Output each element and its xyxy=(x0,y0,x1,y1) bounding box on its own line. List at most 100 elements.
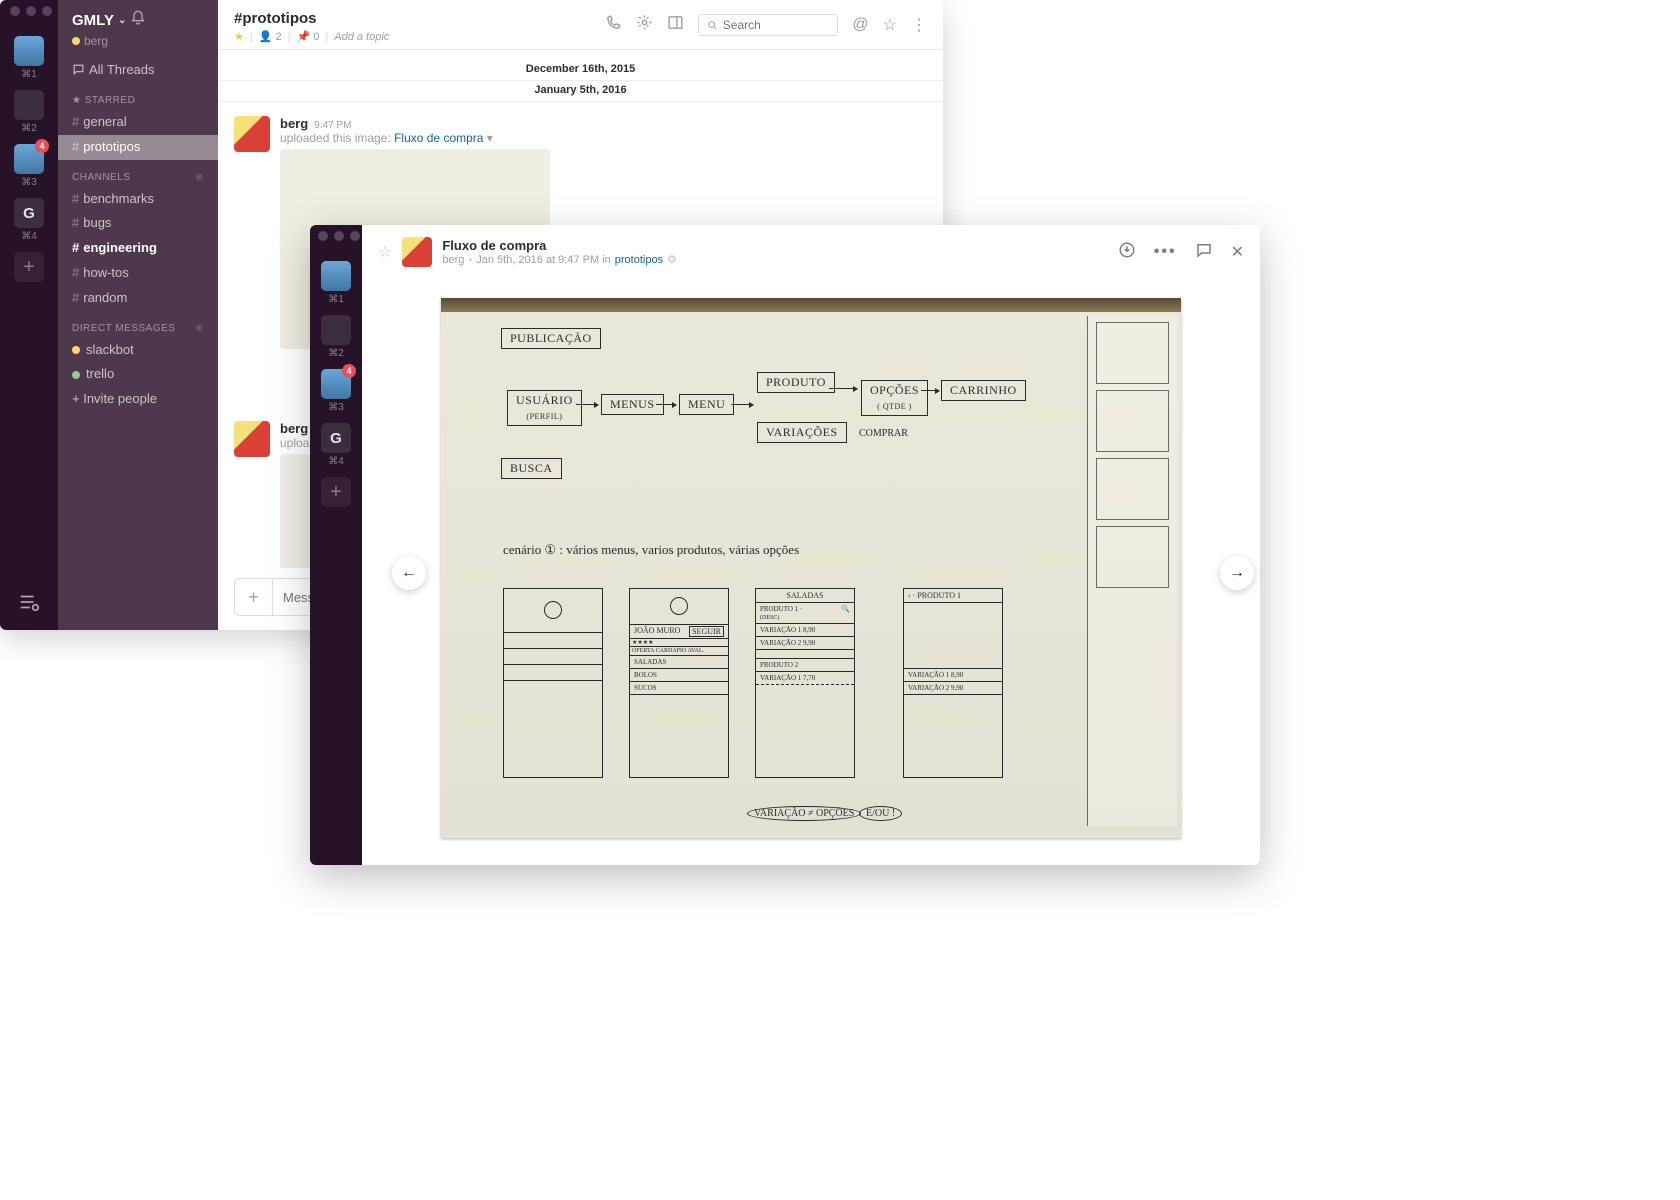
viewer-body: ← → PUBLICAÇÃO USUÁRIO(PERFIL) MENUS MEN… xyxy=(362,280,1260,865)
sketch-box: CARRINHO xyxy=(941,380,1026,401)
dm-trello[interactable]: trello xyxy=(58,362,218,387)
team-name: GMLY xyxy=(72,12,114,29)
workspace-rail: ⌘1 ⌘2 4 ⌘3 G ⌘4 + xyxy=(0,0,58,630)
presence-dot xyxy=(72,37,80,45)
more-icon[interactable]: ⋮ xyxy=(911,15,927,35)
dm-slackbot[interactable]: slackbot xyxy=(58,338,218,363)
team-header[interactable]: GMLY ⌄ berg xyxy=(58,10,218,56)
message-time: 9:47 PM xyxy=(314,120,351,131)
channel-prototipos[interactable]: #prototipos xyxy=(58,135,218,160)
sketch-phone-4: ‹ · PRODUTO 1 VARIAÇÃO 1 8,90 VARIAÇÃO 2… xyxy=(903,588,1003,778)
sketch-box: MENU xyxy=(679,394,734,415)
presence-icon xyxy=(72,346,80,354)
pin-count[interactable]: 📌 0 xyxy=(296,30,319,43)
sketch-phone-1 xyxy=(503,588,603,778)
channel-title: #prototipos xyxy=(234,10,605,27)
sketch-note: E/OU ! xyxy=(859,806,902,821)
channels-section-head[interactable]: CHANNELS ⊕ xyxy=(58,160,218,187)
sidebar: GMLY ⌄ berg All Threads ★ STARRED #gener… xyxy=(58,0,218,630)
gear-icon[interactable] xyxy=(636,14,653,36)
window-traffic-lights[interactable] xyxy=(0,6,52,16)
workspace-1[interactable] xyxy=(14,36,44,66)
star-outline-icon[interactable]: ☆ xyxy=(883,15,897,35)
channel-bugs[interactable]: #bugs xyxy=(58,211,218,236)
image-author[interactable]: berg xyxy=(442,254,464,266)
image-meta: Jan 5th, 2016 at 9:47 PM in xyxy=(476,254,611,266)
mentions-icon[interactable]: @ xyxy=(852,16,868,34)
workspace-3-badge: 4 xyxy=(35,139,49,153)
star-icon[interactable]: ★ xyxy=(234,30,244,43)
channel-engineering[interactable]: #engineering xyxy=(58,236,218,261)
message-text: uploaded this image: Fluxo de compra ▾ xyxy=(280,131,550,145)
notifications-icon[interactable] xyxy=(130,10,146,30)
quick-switcher-icon[interactable] xyxy=(18,591,40,616)
add-channel-icon[interactable]: ⊕ xyxy=(195,172,204,183)
star-outline-icon[interactable]: ☆ xyxy=(378,242,392,262)
avatar[interactable] xyxy=(402,237,432,267)
sketch-box: OPÇÕES( QTDE ) xyxy=(861,380,928,416)
sketch-box: USUÁRIO(PERFIL) xyxy=(507,390,582,426)
workspace-4[interactable]: G xyxy=(321,423,351,453)
sketch-side-panel xyxy=(1087,316,1177,826)
sketch-box: VARIAÇÕES xyxy=(757,422,847,443)
date-dividers: December 16th, 2015 January 5th, 2016 xyxy=(218,50,943,106)
workspace-4-shortcut: ⌘4 xyxy=(21,231,37,242)
sketch-phone-3: SALADAS PRODUTO 1 · 🔍(DESC) VARIAÇÃO 1 8… xyxy=(755,588,855,778)
prev-image-button[interactable]: ← xyxy=(392,556,426,590)
message-author[interactable]: berg xyxy=(280,421,308,436)
sketch-scenario: cenário ① : vários menus, varios produto… xyxy=(503,542,799,558)
channel-how-tos[interactable]: #how-tos xyxy=(58,261,218,286)
channel-benchmarks[interactable]: #benchmarks xyxy=(58,187,218,212)
add-dm-icon[interactable]: ⊕ xyxy=(195,323,204,334)
workspace-2[interactable] xyxy=(321,315,351,345)
sketch-phone-2: JOÃO MUROSEGUIR ★★★★ OFERTA CARDÁPIO AVA… xyxy=(629,588,729,778)
member-count[interactable]: 👤 2 xyxy=(259,30,282,43)
topic-placeholder[interactable]: Add a topic xyxy=(334,31,389,43)
workspace-3-shortcut: ⌘3 xyxy=(21,177,37,188)
image-channel-link[interactable]: prototipos xyxy=(615,254,663,266)
sketch-box: PUBLICAÇÃO xyxy=(501,328,601,349)
add-workspace-button[interactable]: + xyxy=(14,252,44,282)
avatar[interactable] xyxy=(234,116,270,152)
attachment-link[interactable]: Fluxo de compra xyxy=(394,131,483,145)
sketch-label: COMPRAR xyxy=(859,428,908,439)
workspace-1[interactable] xyxy=(321,261,351,291)
gear-icon[interactable]: ⚙ xyxy=(667,253,677,266)
workspace-3[interactable]: 4 xyxy=(321,369,351,399)
workspace-4[interactable]: G xyxy=(14,198,44,228)
sketch-box: BUSCA xyxy=(501,458,562,479)
avatar[interactable] xyxy=(234,421,270,457)
close-button[interactable]: ✕ xyxy=(1231,242,1244,262)
sketch-box: PRODUTO xyxy=(757,372,835,393)
sketch-box: MENUS xyxy=(601,394,664,415)
window-traffic-lights[interactable] xyxy=(310,231,360,241)
all-threads-link[interactable]: All Threads xyxy=(58,56,218,83)
image-content[interactable]: PUBLICAÇÃO USUÁRIO(PERFIL) MENUS MENU PR… xyxy=(441,298,1181,838)
workspace-1-shortcut: ⌘1 xyxy=(21,69,37,80)
message-author[interactable]: berg xyxy=(280,116,308,131)
viewer-pane: ☆ Fluxo de compra berg • Jan 5th, 2016 a… xyxy=(362,225,1260,865)
next-image-button[interactable]: → xyxy=(1220,556,1254,590)
workspace-2[interactable] xyxy=(14,90,44,120)
current-user: berg xyxy=(72,30,204,48)
add-workspace-button[interactable]: + xyxy=(321,477,351,507)
presence-icon xyxy=(72,371,80,379)
comment-icon[interactable] xyxy=(1195,241,1213,264)
workspace-3[interactable]: 4 xyxy=(14,144,44,174)
image-viewer-modal: ⌘1 ⌘2 4 ⌘3 G ⌘4 + ☆ Fluxo de compra berg… xyxy=(310,225,1260,865)
more-icon[interactable]: ••• xyxy=(1154,243,1177,261)
attach-button[interactable]: + xyxy=(235,579,273,615)
search-icon xyxy=(707,19,718,32)
modal-workspace-rail: ⌘1 ⌘2 4 ⌘3 G ⌘4 + xyxy=(310,225,362,865)
search-input[interactable] xyxy=(698,14,838,36)
channel-random[interactable]: #random xyxy=(58,286,218,311)
channel-general[interactable]: #general xyxy=(58,110,218,135)
call-icon[interactable] xyxy=(605,14,622,36)
image-title: Fluxo de compra xyxy=(442,238,677,253)
dms-section-head[interactable]: DIRECT MESSAGES ⊕ xyxy=(58,311,218,338)
details-icon[interactable] xyxy=(667,14,684,36)
starred-section-head: ★ STARRED xyxy=(58,83,218,110)
chevron-down-icon: ⌄ xyxy=(118,15,126,26)
invite-people-link[interactable]: + Invite people xyxy=(58,387,218,410)
download-icon[interactable] xyxy=(1118,241,1136,264)
